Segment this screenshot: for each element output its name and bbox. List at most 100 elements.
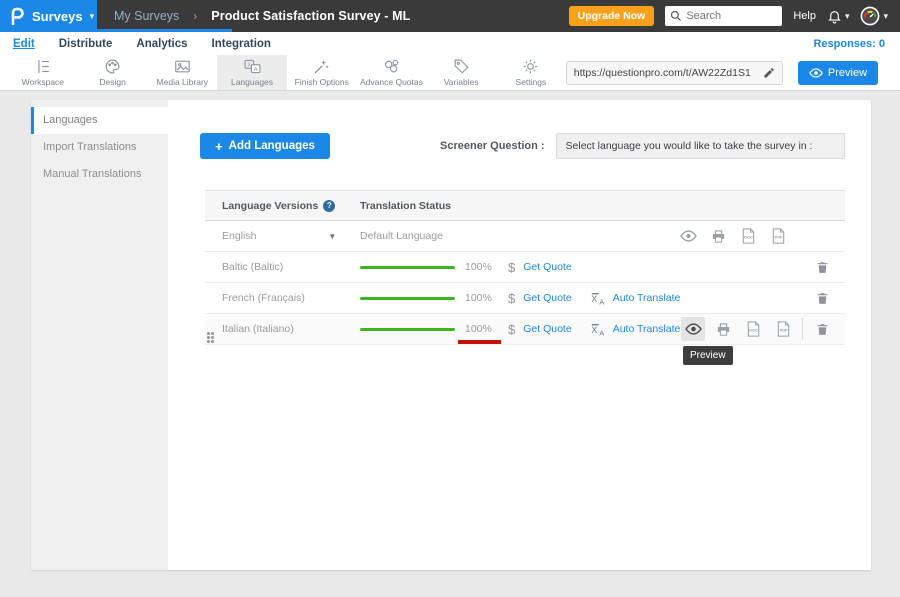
- svg-text:A: A: [253, 67, 257, 73]
- questionpro-logo: [9, 7, 25, 25]
- help-icon[interactable]: ?: [323, 200, 335, 212]
- product-label: Surveys: [32, 9, 83, 24]
- account-menu[interactable]: ▾: [860, 6, 888, 26]
- export-doc-icon[interactable]: DOC: [733, 221, 763, 251]
- auto-translate-link[interactable]: Auto Translate: [613, 323, 681, 335]
- drag-handle[interactable]: [207, 332, 214, 343]
- export-doc-icon[interactable]: DOC: [738, 314, 768, 344]
- svg-text:PDF: PDF: [774, 235, 782, 240]
- tab-integration[interactable]: Integration: [212, 38, 271, 50]
- search-input[interactable]: [686, 10, 766, 22]
- preview-button[interactable]: Preview: [798, 61, 878, 85]
- breadcrumb-accent-strip: [0, 29, 232, 32]
- sidebar-item-manual-translations[interactable]: Manual Translations: [31, 161, 168, 188]
- chevron-down-icon: ▾: [845, 11, 850, 22]
- table-row-italian: Italian (Italiano) 100% $ Get Quote XA A…: [205, 314, 845, 345]
- tab-analytics[interactable]: Analytics: [136, 38, 187, 50]
- progress-percent: 100%: [465, 292, 501, 304]
- bell-icon: [827, 8, 842, 24]
- upgrade-now-button[interactable]: Upgrade Now: [569, 6, 655, 26]
- eye-icon: [809, 68, 823, 78]
- get-quote-link[interactable]: Get Quote: [523, 292, 571, 304]
- edit-url-pencil-icon[interactable]: [763, 67, 775, 79]
- workspace-icon: [34, 58, 51, 75]
- screener-question-label: Screener Question :: [440, 140, 545, 152]
- export-pdf-icon[interactable]: PDF: [763, 221, 793, 251]
- get-quote-link[interactable]: Get Quote: [523, 323, 571, 335]
- languages-content: + Add Languages Screener Question : Lang…: [168, 100, 871, 570]
- language-name: Baltic (Baltic): [222, 261, 283, 273]
- global-search[interactable]: [665, 6, 782, 26]
- language-select[interactable]: English ▾: [205, 230, 360, 242]
- notifications-menu[interactable]: ▾: [827, 8, 850, 24]
- svg-text:DOC: DOC: [744, 235, 753, 240]
- svg-text:X: X: [591, 294, 597, 304]
- row-actions: [807, 252, 837, 282]
- product-switcher[interactable]: Surveys ▾: [0, 0, 97, 32]
- toolbar-tab-languages[interactable]: X A Languages: [217, 55, 287, 90]
- survey-url-field: [566, 61, 783, 85]
- tag-icon: [453, 58, 470, 75]
- actions-divider: [802, 318, 803, 340]
- chevron-down-icon: ▾: [90, 11, 95, 22]
- page-background: Languages Import Translations Manual Tra…: [0, 91, 900, 597]
- print-icon[interactable]: [708, 314, 738, 344]
- languages-sidebar: Languages Import Translations Manual Tra…: [31, 100, 168, 570]
- toolbar-tab-design[interactable]: Design: [78, 55, 148, 90]
- toolbar-tab-settings[interactable]: Settings: [496, 55, 566, 90]
- avatar: [860, 6, 880, 26]
- language-versions-table: Language Versions ? Translation Status E…: [205, 190, 845, 345]
- auto-translate-link[interactable]: Auto Translate: [613, 292, 681, 304]
- default-language-label: Default Language: [360, 230, 443, 242]
- dollar-icon[interactable]: $: [508, 291, 515, 306]
- delete-trash-icon[interactable]: [807, 314, 837, 344]
- topbar: Surveys ▾ My Surveys › Product Satisfact…: [0, 0, 900, 32]
- table-row-baltic: Baltic (Baltic) 100% $ Get Quote: [205, 252, 845, 283]
- help-link[interactable]: Help: [793, 10, 816, 22]
- toolbar-tab-workspace[interactable]: Workspace: [8, 55, 78, 90]
- preview-tooltip: Preview: [683, 346, 733, 365]
- gear-icon: [522, 58, 539, 75]
- survey-url-input[interactable]: [574, 67, 757, 79]
- get-quote-link[interactable]: Get Quote: [523, 261, 571, 273]
- svg-text:DOC: DOC: [749, 328, 758, 333]
- table-row-french: French (Français) 100% $ Get Quote XA Au…: [205, 283, 845, 314]
- add-languages-button[interactable]: + Add Languages: [200, 133, 330, 159]
- auto-translate-icon: XA: [591, 323, 607, 336]
- sidebar-item-import-translations[interactable]: Import Translations: [31, 134, 168, 161]
- print-icon[interactable]: [703, 221, 733, 251]
- toolbar-tab-finish-options[interactable]: Finish Options: [287, 55, 357, 90]
- tab-edit[interactable]: Edit: [13, 38, 35, 50]
- translate-icon: X A: [244, 58, 261, 75]
- red-annotation-underline: [458, 340, 501, 344]
- column-header-language-versions: Language Versions ?: [205, 200, 360, 212]
- preview-eye-icon[interactable]: [681, 317, 705, 341]
- dollar-icon[interactable]: $: [508, 260, 515, 275]
- toolbar-tab-variables[interactable]: Variables: [426, 55, 496, 90]
- translation-progress-bar: [360, 297, 455, 300]
- tab-distribute[interactable]: Distribute: [59, 38, 113, 50]
- toolbar-tab-advance-quotas[interactable]: Advance Quotas: [357, 55, 427, 90]
- languages-panel: Languages Import Translations Manual Tra…: [31, 100, 871, 570]
- topbar-right: Upgrade Now Help ▾: [569, 6, 888, 26]
- sidebar-item-languages[interactable]: Languages: [31, 107, 168, 134]
- toolbar-tab-media-library[interactable]: Media Library: [147, 55, 217, 90]
- survey-section-nav: Edit Distribute Analytics Integration Re…: [0, 32, 900, 55]
- responses-count[interactable]: Responses: 0: [813, 38, 885, 50]
- survey-title: Product Satisfaction Survey - ML: [211, 9, 410, 23]
- table-row-english: English ▾ Default Language DOC: [205, 221, 845, 252]
- section-tabs: Edit Distribute Analytics Integration: [13, 38, 271, 50]
- export-pdf-icon[interactable]: PDF: [768, 314, 798, 344]
- delete-trash-icon[interactable]: [807, 252, 837, 282]
- edit-toolbar: Workspace Design Media Library X A: [0, 55, 900, 91]
- palette-icon: [104, 58, 121, 75]
- breadcrumb-parent-link[interactable]: My Surveys: [114, 9, 179, 23]
- preview-eye-icon[interactable]: [673, 221, 703, 251]
- svg-text:PDF: PDF: [779, 328, 787, 333]
- breadcrumb-separator: ›: [193, 9, 197, 23]
- chevron-down-icon: ▾: [330, 231, 335, 242]
- delete-trash-icon[interactable]: [807, 283, 837, 313]
- dollar-icon[interactable]: $: [508, 322, 515, 337]
- screener-question-input[interactable]: [556, 133, 845, 159]
- progress-percent: 100%: [465, 261, 501, 273]
